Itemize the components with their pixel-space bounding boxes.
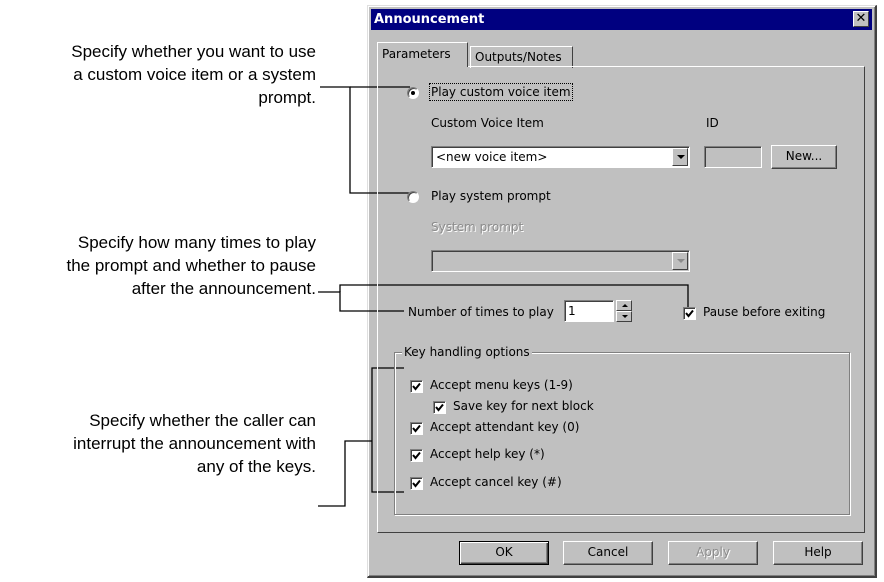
tab-outputs-notes[interactable]: Outputs/Notes	[470, 46, 573, 68]
ok-button-label: OK	[495, 545, 513, 559]
key-handling-legend: Key handling options	[402, 345, 532, 359]
accept-cancel-key-checkbox[interactable]	[410, 477, 423, 490]
save-key-checkbox[interactable]	[433, 401, 446, 414]
help-button[interactable]: Help	[773, 541, 863, 565]
callout-play-count: Specify how many times to play the promp…	[67, 231, 317, 300]
callout-line: Specify how many times to play	[77, 233, 316, 252]
accept-attendant-key-checkbox[interactable]	[410, 422, 423, 435]
id-field	[704, 146, 762, 168]
spin-down-icon[interactable]	[616, 311, 632, 322]
callout-line: after the announcement.	[131, 279, 316, 298]
checkmark-icon	[412, 479, 421, 488]
custom-voice-item-label: Custom Voice Item	[431, 116, 544, 130]
radio-selected-dot	[411, 91, 415, 95]
checkmark-icon	[435, 403, 444, 412]
checkmark-icon	[685, 309, 694, 318]
accept-attendant-key-label[interactable]: Accept attendant key (0)	[430, 420, 579, 434]
spin-up-icon[interactable]	[616, 300, 632, 311]
pause-before-exiting-checkbox[interactable]	[683, 307, 696, 320]
apply-button: Apply	[668, 541, 758, 565]
callout-key-handling: Specify whether the caller can interrupt…	[73, 409, 316, 478]
callout-line: a custom voice item or a system	[73, 65, 316, 84]
ok-button[interactable]: OK	[459, 541, 549, 565]
accept-help-key-checkbox[interactable]	[410, 449, 423, 462]
cancel-button-label: Cancel	[587, 545, 629, 559]
close-icon[interactable]: ✕	[853, 11, 869, 27]
times-to-play-value: 1	[568, 304, 576, 318]
new-button[interactable]: New...	[771, 145, 837, 169]
custom-voice-radio[interactable]	[407, 87, 419, 99]
callout-line: Specify whether you want to use	[71, 42, 316, 61]
leader-keys	[318, 440, 372, 507]
tab-parameters[interactable]: Parameters	[377, 42, 468, 67]
accept-menu-keys-checkbox[interactable]	[410, 380, 423, 393]
times-to-play-input[interactable]: 1	[564, 300, 614, 322]
system-prompt-label: System prompt	[431, 220, 524, 234]
callout-line: the prompt and whether to pause	[66, 256, 317, 275]
key-handling-group: Key handling options Accept menu keys (1…	[394, 345, 850, 515]
save-key-label[interactable]: Save key for next block	[453, 399, 594, 413]
chevron-down-icon	[672, 252, 688, 270]
checkmark-icon	[412, 382, 421, 391]
tab-label: Parameters	[382, 47, 451, 61]
custom-voice-radio-label[interactable]: Play custom voice item	[429, 83, 573, 101]
tab-label: Outputs/Notes	[475, 50, 562, 64]
custom-voice-select-value: <new voice item>	[436, 150, 548, 164]
pause-before-exiting-label[interactable]: Pause before exiting	[703, 305, 825, 319]
apply-button-label: Apply	[696, 545, 730, 559]
chevron-down-icon[interactable]	[672, 148, 688, 166]
system-prompt-radio-label[interactable]: Play system prompt	[431, 189, 551, 203]
help-button-label: Help	[804, 545, 832, 559]
checkmark-icon	[412, 424, 421, 433]
callout-line: interrupt the announcement with	[73, 434, 316, 453]
callout-line: any of the keys.	[196, 457, 316, 476]
id-label: ID	[706, 116, 719, 130]
system-prompt-select	[431, 250, 690, 272]
checkmark-icon	[412, 451, 421, 460]
accept-menu-keys-label[interactable]: Accept menu keys (1-9)	[430, 378, 573, 392]
system-prompt-radio[interactable]	[407, 191, 419, 203]
accept-help-key-label[interactable]: Accept help key (*)	[430, 447, 545, 461]
callout-line: Specify whether the caller can	[89, 411, 316, 430]
dialog-title: Announcement	[374, 12, 485, 27]
accept-cancel-key-label[interactable]: Accept cancel key (#)	[430, 475, 562, 489]
times-to-play-label: Number of times to play	[408, 305, 554, 319]
callout-voice-choice: Specify whether you want to use a custom…	[71, 40, 316, 109]
announcement-dialog: Announcement ✕ Parameters Outputs/Notes …	[367, 5, 877, 578]
new-button-label: New...	[785, 149, 823, 163]
custom-voice-select[interactable]: <new voice item>	[431, 146, 690, 168]
callout-line: prompt.	[258, 88, 316, 107]
times-to-play-spinner[interactable]	[616, 300, 632, 322]
title-bar[interactable]: Announcement ✕	[371, 9, 872, 30]
cancel-button[interactable]: Cancel	[563, 541, 653, 565]
parameters-panel: Play custom voice item Custom Voice Item…	[377, 66, 865, 533]
